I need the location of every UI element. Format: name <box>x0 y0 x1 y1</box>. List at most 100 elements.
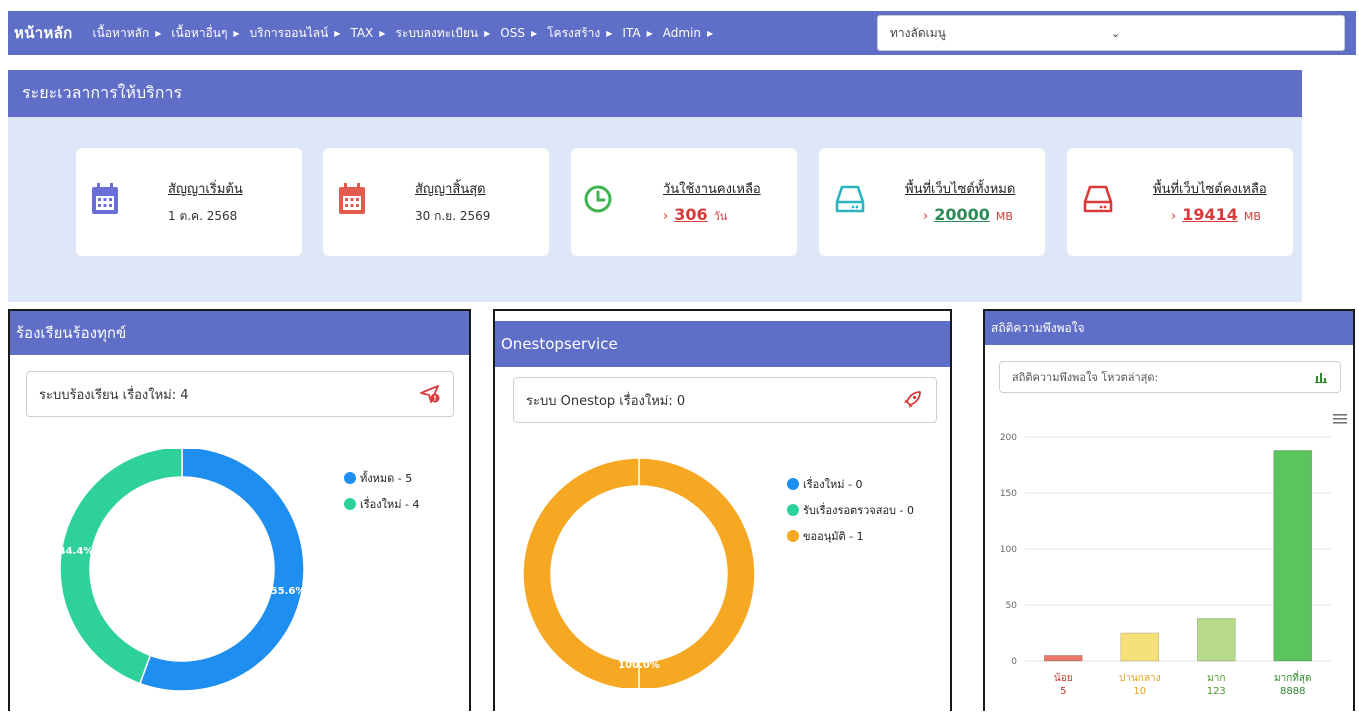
onestop-donut-chart: 100.0% <box>523 457 755 688</box>
remaining-space-label[interactable]: พื้นที่เว็บไซต์คงเหลือ <box>1153 178 1267 199</box>
legend-label: ทั้งหมด - 5 <box>360 472 413 485</box>
chevron-right-icon: › <box>1171 209 1177 224</box>
total-space-label[interactable]: พื้นที่เว็บไซต์ทั้งหมด <box>905 178 1015 199</box>
satisfaction-header: สถิติความพึงพอใจ <box>985 311 1353 345</box>
donut-slice[interactable] <box>59 449 183 685</box>
contract-end-label[interactable]: สัญญาสิ้นสุด <box>415 178 490 199</box>
caret-right-icon: ▶ <box>484 28 491 38</box>
hard-drive-icon <box>835 185 865 213</box>
y-tick-label: 50 <box>1006 601 1018 611</box>
days-remaining-card: วันใช้งานคงเหลือ › 306 วัน <box>571 148 797 256</box>
bar[interactable] <box>1120 632 1160 662</box>
chevron-right-icon: › <box>663 209 669 224</box>
x-count-label: 10 <box>1133 686 1146 697</box>
y-tick-label: 150 <box>1000 489 1017 499</box>
slice-label: 55.6% <box>271 586 306 597</box>
onestop-header: Onestopservice <box>495 321 950 367</box>
legend-label: ขออนุมัติ - 1 <box>803 530 864 543</box>
donut-slice[interactable] <box>523 457 755 688</box>
complaints-title: ร้องเรียนร้องทุกข์ <box>16 324 127 342</box>
onestop-title: Onestopservice <box>501 335 618 353</box>
complaints-donut-chart: 55.6% 44.4% <box>59 449 306 692</box>
y-tick-label: 0 <box>1011 657 1017 667</box>
legend-label: เรื่องใหม่ - 0 <box>803 478 863 491</box>
caret-right-icon: ▶ <box>233 28 240 38</box>
y-tick-label: 100 <box>1000 545 1017 555</box>
nav-item-ita[interactable]: ITA ▶ <box>622 26 652 40</box>
bar[interactable] <box>1273 450 1313 662</box>
menu-shortcut-select[interactable]: ทางลัดเมนู ⌄ <box>877 15 1345 51</box>
total-space-value: › 20000 MB <box>923 205 1015 224</box>
complaints-panel: ร้องเรียนร้องทุกข์ ระบบร้องเรียน เรื่องใ… <box>8 309 471 711</box>
x-count-label: 8888 <box>1280 686 1305 697</box>
x-count-label: 5 <box>1060 686 1066 697</box>
days-remaining-label[interactable]: วันใช้งานคงเหลือ <box>663 178 761 199</box>
satisfaction-select[interactable]: สถิติความพึงพอใจ โหวตล่าสุด: <box>999 361 1341 393</box>
total-space-unit: MB <box>995 210 1013 223</box>
nav-item-tax[interactable]: TAX ▶ <box>350 26 385 40</box>
menu-shortcut-value: ทางลัดเมนู <box>890 25 946 40</box>
service-period-panel: ระยะเวลาการให้บริการ สัญญาเริ่มต้น 1 ต.ค… <box>8 70 1302 302</box>
bar[interactable] <box>1196 618 1236 662</box>
days-remaining-unit: วัน <box>713 210 728 223</box>
contract-start-value: 1 ต.ค. 2568 <box>168 209 238 223</box>
caret-right-icon: ▶ <box>379 28 386 38</box>
legend-item[interactable]: ทั้งหมด - 5 <box>344 469 419 487</box>
nav-item-label: ระบบลงทะเบียน <box>395 25 479 40</box>
bar[interactable] <box>1043 655 1083 662</box>
complaints-header: ร้องเรียนร้องทุกข์ <box>10 311 469 355</box>
x-count-label: 123 <box>1207 686 1226 697</box>
legend-dot <box>787 530 799 542</box>
legend-item[interactable]: ขออนุมัติ - 1 <box>787 527 914 545</box>
nav-item-admin[interactable]: Admin ▶ <box>663 26 713 40</box>
nav-home-link[interactable]: หน้าหลัก <box>14 21 73 45</box>
total-space-number[interactable]: 20000 <box>934 205 990 224</box>
slice-label: 100.0% <box>618 660 660 671</box>
caret-right-icon: ▶ <box>155 28 162 38</box>
nav-item-online-services[interactable]: บริการออนไลน์ ▶ <box>250 24 341 43</box>
service-period-title: ระยะเวลาการให้บริการ <box>22 83 183 102</box>
satisfaction-title: สถิติความพึงพอใจ <box>991 320 1085 335</box>
onestop-legend: เรื่องใหม่ - 0 รับเรื่องรอตรวจสอบ - 0 ขอ… <box>787 475 914 553</box>
nav-item-structure[interactable]: โครงสร้าง ▶ <box>547 24 612 43</box>
onestop-system-label: ระบบ Onestop เรื่องใหม่: 0 <box>526 393 686 409</box>
caret-right-icon: ▶ <box>334 28 341 38</box>
caret-right-icon: ▶ <box>606 28 613 38</box>
calendar-icon <box>339 183 365 214</box>
satisfaction-bar-chart: 0 50 100 150 200 น้อย 5 ปานกลาง 10 มาก 123 มากที่สุ… <box>1000 433 1331 697</box>
remaining-space-value: › 19414 MB <box>1171 205 1267 224</box>
satisfaction-select-label: สถิติความพึงพอใจ โหวตล่าสุด: <box>1012 371 1159 384</box>
donut-slice[interactable] <box>138 449 305 692</box>
nav-item-registration[interactable]: ระบบลงทะเบียน ▶ <box>395 24 490 43</box>
nav-item-label: โครงสร้าง <box>547 25 601 40</box>
nav-item-label: ITA <box>622 26 641 40</box>
clock-icon <box>584 185 612 213</box>
rocket-icon <box>904 391 921 408</box>
x-category-label: น้อย <box>1054 672 1073 684</box>
nav-item-other-content[interactable]: เนื้อหาอื่นๆ ▶ <box>171 24 239 43</box>
legend-item[interactable]: เรื่องใหม่ - 4 <box>344 495 419 513</box>
onestop-system-link[interactable]: ระบบ Onestop เรื่องใหม่: 0 <box>513 377 937 423</box>
slice-label: 44.4% <box>59 546 94 557</box>
complaints-legend: ทั้งหมด - 5 เรื่องใหม่ - 4 <box>344 469 419 521</box>
x-category-label: มากที่สุด <box>1274 670 1311 684</box>
complaints-system-link[interactable]: ระบบร้องเรียน เรื่องใหม่: 4 <box>26 371 454 417</box>
main-menu-bar: หน้าหลัก เนื้อหาหลัก ▶ เนื้อหาอื่นๆ ▶ บริก… <box>8 11 1356 55</box>
legend-item[interactable]: เรื่องใหม่ - 0 <box>787 475 914 493</box>
nav-item-main-content[interactable]: เนื้อหาหลัก ▶ <box>93 24 162 43</box>
contract-start-card: สัญญาเริ่มต้น 1 ต.ค. 2568 <box>76 148 302 256</box>
nav-item-oss[interactable]: OSS ▶ <box>500 26 537 40</box>
chevron-right-icon: › <box>923 209 929 224</box>
remaining-space-unit: MB <box>1243 210 1261 223</box>
remaining-space-number[interactable]: 19414 <box>1182 205 1238 224</box>
legend-dot <box>787 504 799 516</box>
nav-item-label: TAX <box>350 26 374 40</box>
calendar-icon <box>92 183 118 214</box>
nav-item-label: เนื้อหาอื่นๆ <box>171 25 228 40</box>
days-remaining-number[interactable]: 306 <box>674 205 707 224</box>
x-category-label: มาก <box>1207 673 1225 684</box>
contract-start-label[interactable]: สัญญาเริ่มต้น <box>168 178 243 199</box>
legend-item[interactable]: รับเรื่องรอตรวจสอบ - 0 <box>787 501 914 519</box>
complaints-system-label: ระบบร้องเรียน เรื่องใหม่: 4 <box>39 387 189 403</box>
legend-dot <box>344 498 356 510</box>
